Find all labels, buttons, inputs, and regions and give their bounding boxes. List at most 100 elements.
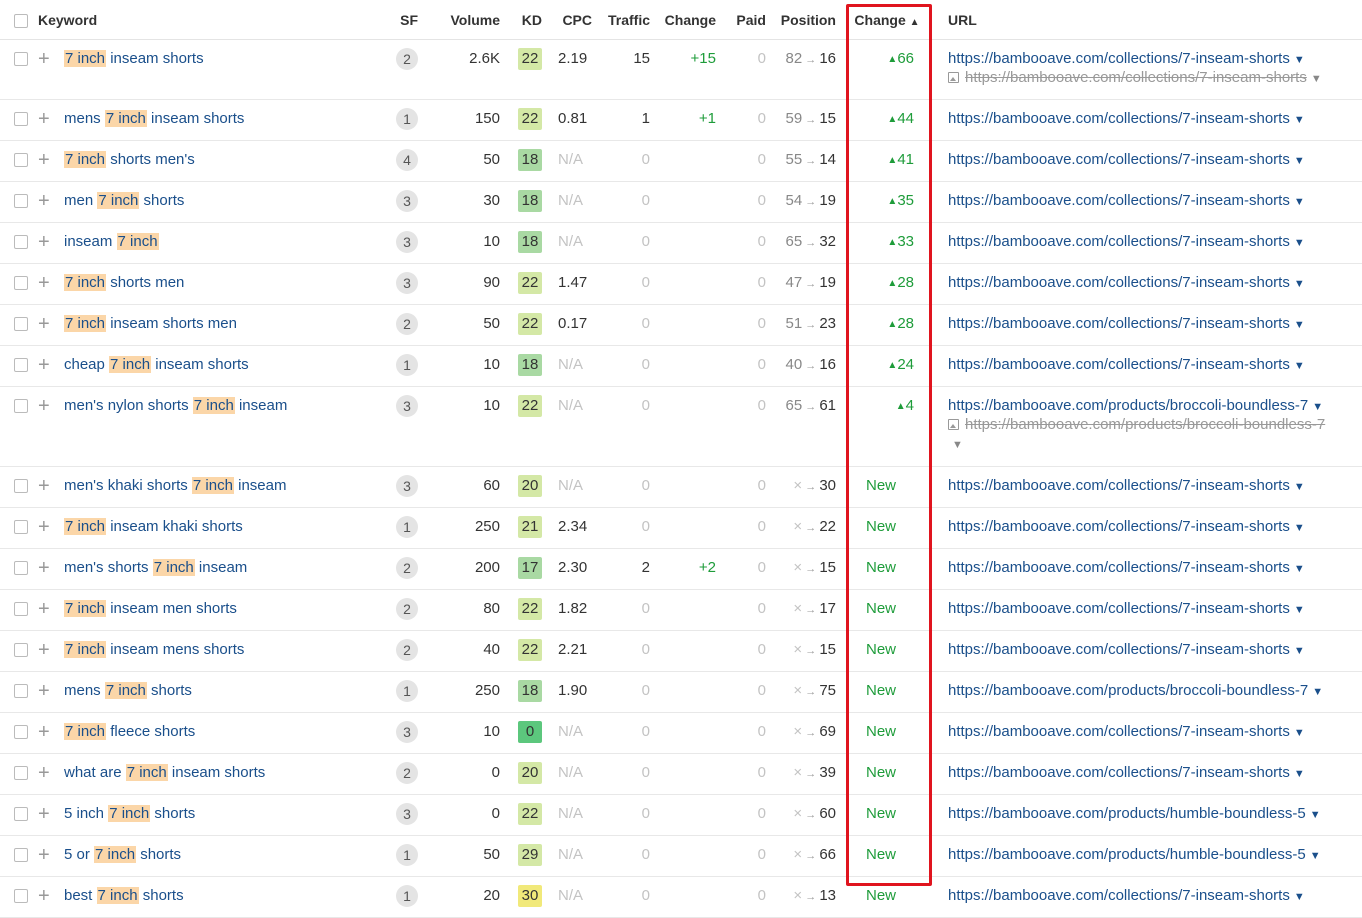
sf-badge[interactable]: 3 [396,190,418,213]
sf-badge[interactable]: 3 [396,475,418,498]
row-checkbox[interactable] [14,643,28,658]
keyword-link[interactable]: 7 inch inseam khaki shorts [64,518,243,535]
plus-icon[interactable]: + [38,803,50,825]
url-link[interactable]: https://bambooave.com/collections/7-inse… [948,151,1290,168]
chevron-down-icon[interactable]: ▼ [1311,73,1322,85]
header-volume[interactable]: Volume [424,0,506,40]
sf-badge[interactable]: 3 [396,803,418,826]
row-checkbox[interactable] [14,194,28,209]
row-checkbox[interactable] [14,235,28,250]
row-checkbox[interactable] [14,153,28,168]
plus-icon[interactable]: + [38,557,50,579]
url-link[interactable]: https://bambooave.com/collections/7-inse… [948,356,1290,373]
previous-url-text[interactable]: https://bambooave.com/products/broccoli-… [965,416,1325,433]
url-link[interactable]: https://bambooave.com/products/broccoli-… [948,682,1308,699]
url-link[interactable]: https://bambooave.com/collections/7-inse… [948,192,1290,209]
row-checkbox[interactable] [14,317,28,332]
header-change[interactable]: Change [656,0,722,40]
previous-url-text[interactable]: https://bambooave.com/collections/7-inse… [965,69,1307,86]
sf-badge[interactable]: 1 [396,885,418,908]
plus-icon[interactable]: + [38,680,50,702]
sf-badge[interactable]: 1 [396,680,418,703]
row-checkbox[interactable] [14,52,28,67]
chevron-down-icon[interactable]: ▼ [1294,645,1305,657]
keyword-link[interactable]: men's shorts 7 inch inseam [64,559,247,576]
select-all-checkbox[interactable] [0,0,32,40]
chevron-down-icon[interactable]: ▼ [1310,809,1321,821]
keyword-link[interactable]: 7 inch inseam men shorts [64,600,237,617]
url-link[interactable]: https://bambooave.com/collections/7-inse… [948,600,1290,617]
url-link[interactable]: https://bambooave.com/collections/7-inse… [948,887,1290,904]
header-sf[interactable]: SF [384,0,424,40]
sf-badge[interactable]: 2 [396,762,418,785]
plus-icon[interactable]: + [38,516,50,538]
chevron-down-icon[interactable]: ▼ [1294,319,1305,331]
chevron-down-icon[interactable]: ▼ [1294,604,1305,616]
plus-icon[interactable]: + [38,190,50,212]
chevron-down-icon[interactable]: ▼ [1294,563,1305,575]
header-paid[interactable]: Paid [722,0,772,40]
plus-icon[interactable]: + [38,108,50,130]
keyword-link[interactable]: men 7 inch shorts [64,192,184,209]
chevron-down-icon[interactable]: ▼ [1294,891,1305,903]
url-link[interactable]: https://bambooave.com/collections/7-inse… [948,723,1290,740]
url-link[interactable]: https://bambooave.com/collections/7-inse… [948,233,1290,250]
plus-icon[interactable]: + [38,844,50,866]
plus-icon[interactable]: + [38,313,50,335]
url-link[interactable]: https://bambooave.com/products/broccoli-… [948,397,1308,414]
plus-icon[interactable]: + [38,354,50,376]
keyword-link[interactable]: cheap 7 inch inseam shorts [64,356,249,373]
header-url[interactable]: URL [932,0,1362,40]
url-link[interactable]: https://bambooave.com/collections/7-inse… [948,315,1290,332]
sf-badge[interactable]: 2 [396,598,418,621]
plus-icon[interactable]: + [38,639,50,661]
row-checkbox[interactable] [14,889,28,904]
plus-icon[interactable]: + [38,885,50,907]
chevron-down-icon[interactable]: ▼ [1294,196,1305,208]
chevron-down-icon[interactable]: ▼ [1310,850,1321,862]
keyword-link[interactable]: mens 7 inch inseam shorts [64,110,244,127]
keyword-link[interactable]: 7 inch inseam shorts [64,50,204,67]
url-link[interactable]: https://bambooave.com/collections/7-inse… [948,477,1290,494]
keyword-link[interactable]: 7 inch inseam shorts men [64,315,237,332]
url-link[interactable]: https://bambooave.com/collections/7-inse… [948,518,1290,535]
plus-icon[interactable]: + [38,272,50,294]
keyword-link[interactable]: what are 7 inch inseam shorts [64,764,265,781]
sf-badge[interactable]: 1 [396,354,418,377]
url-link[interactable]: https://bambooave.com/collections/7-inse… [948,559,1290,576]
plus-icon[interactable]: + [38,149,50,171]
chevron-down-icon[interactable]: ▼ [1294,237,1305,249]
keyword-link[interactable]: 5 inch 7 inch shorts [64,805,195,822]
plus-icon[interactable]: + [38,762,50,784]
row-checkbox[interactable] [14,479,28,494]
keyword-link[interactable]: men's khaki shorts 7 inch inseam [64,477,286,494]
sf-badge[interactable]: 3 [396,272,418,295]
keyword-link[interactable]: mens 7 inch shorts [64,682,192,699]
sf-badge[interactable]: 2 [396,639,418,662]
plus-icon[interactable]: + [38,598,50,620]
chevron-down-icon[interactable]: ▼ [1294,114,1305,126]
chevron-down-icon[interactable]: ▼ [1294,768,1305,780]
row-checkbox[interactable] [14,399,28,414]
chevron-down-icon[interactable]: ▼ [1294,727,1305,739]
sf-badge[interactable]: 3 [396,721,418,744]
sf-badge[interactable]: 1 [396,516,418,539]
chevron-down-icon[interactable]: ▼ [952,439,963,451]
row-checkbox[interactable] [14,684,28,699]
sf-badge[interactable]: 2 [396,48,418,71]
row-checkbox[interactable] [14,561,28,576]
sf-badge[interactable]: 3 [396,231,418,254]
header-traffic[interactable]: Traffic [598,0,656,40]
header-position-change[interactable]: Change ▲ [842,0,932,40]
row-checkbox[interactable] [14,807,28,822]
row-checkbox[interactable] [14,276,28,291]
header-cpc[interactable]: CPC [548,0,598,40]
url-link[interactable]: https://bambooave.com/collections/7-inse… [948,50,1290,67]
row-checkbox[interactable] [14,358,28,373]
row-checkbox[interactable] [14,602,28,617]
plus-icon[interactable]: + [38,475,50,497]
header-position[interactable]: Position [772,0,842,40]
keyword-link[interactable]: inseam 7 inch [64,233,159,250]
keyword-link[interactable]: 7 inch shorts men's [64,151,195,168]
header-kd[interactable]: KD [506,0,548,40]
